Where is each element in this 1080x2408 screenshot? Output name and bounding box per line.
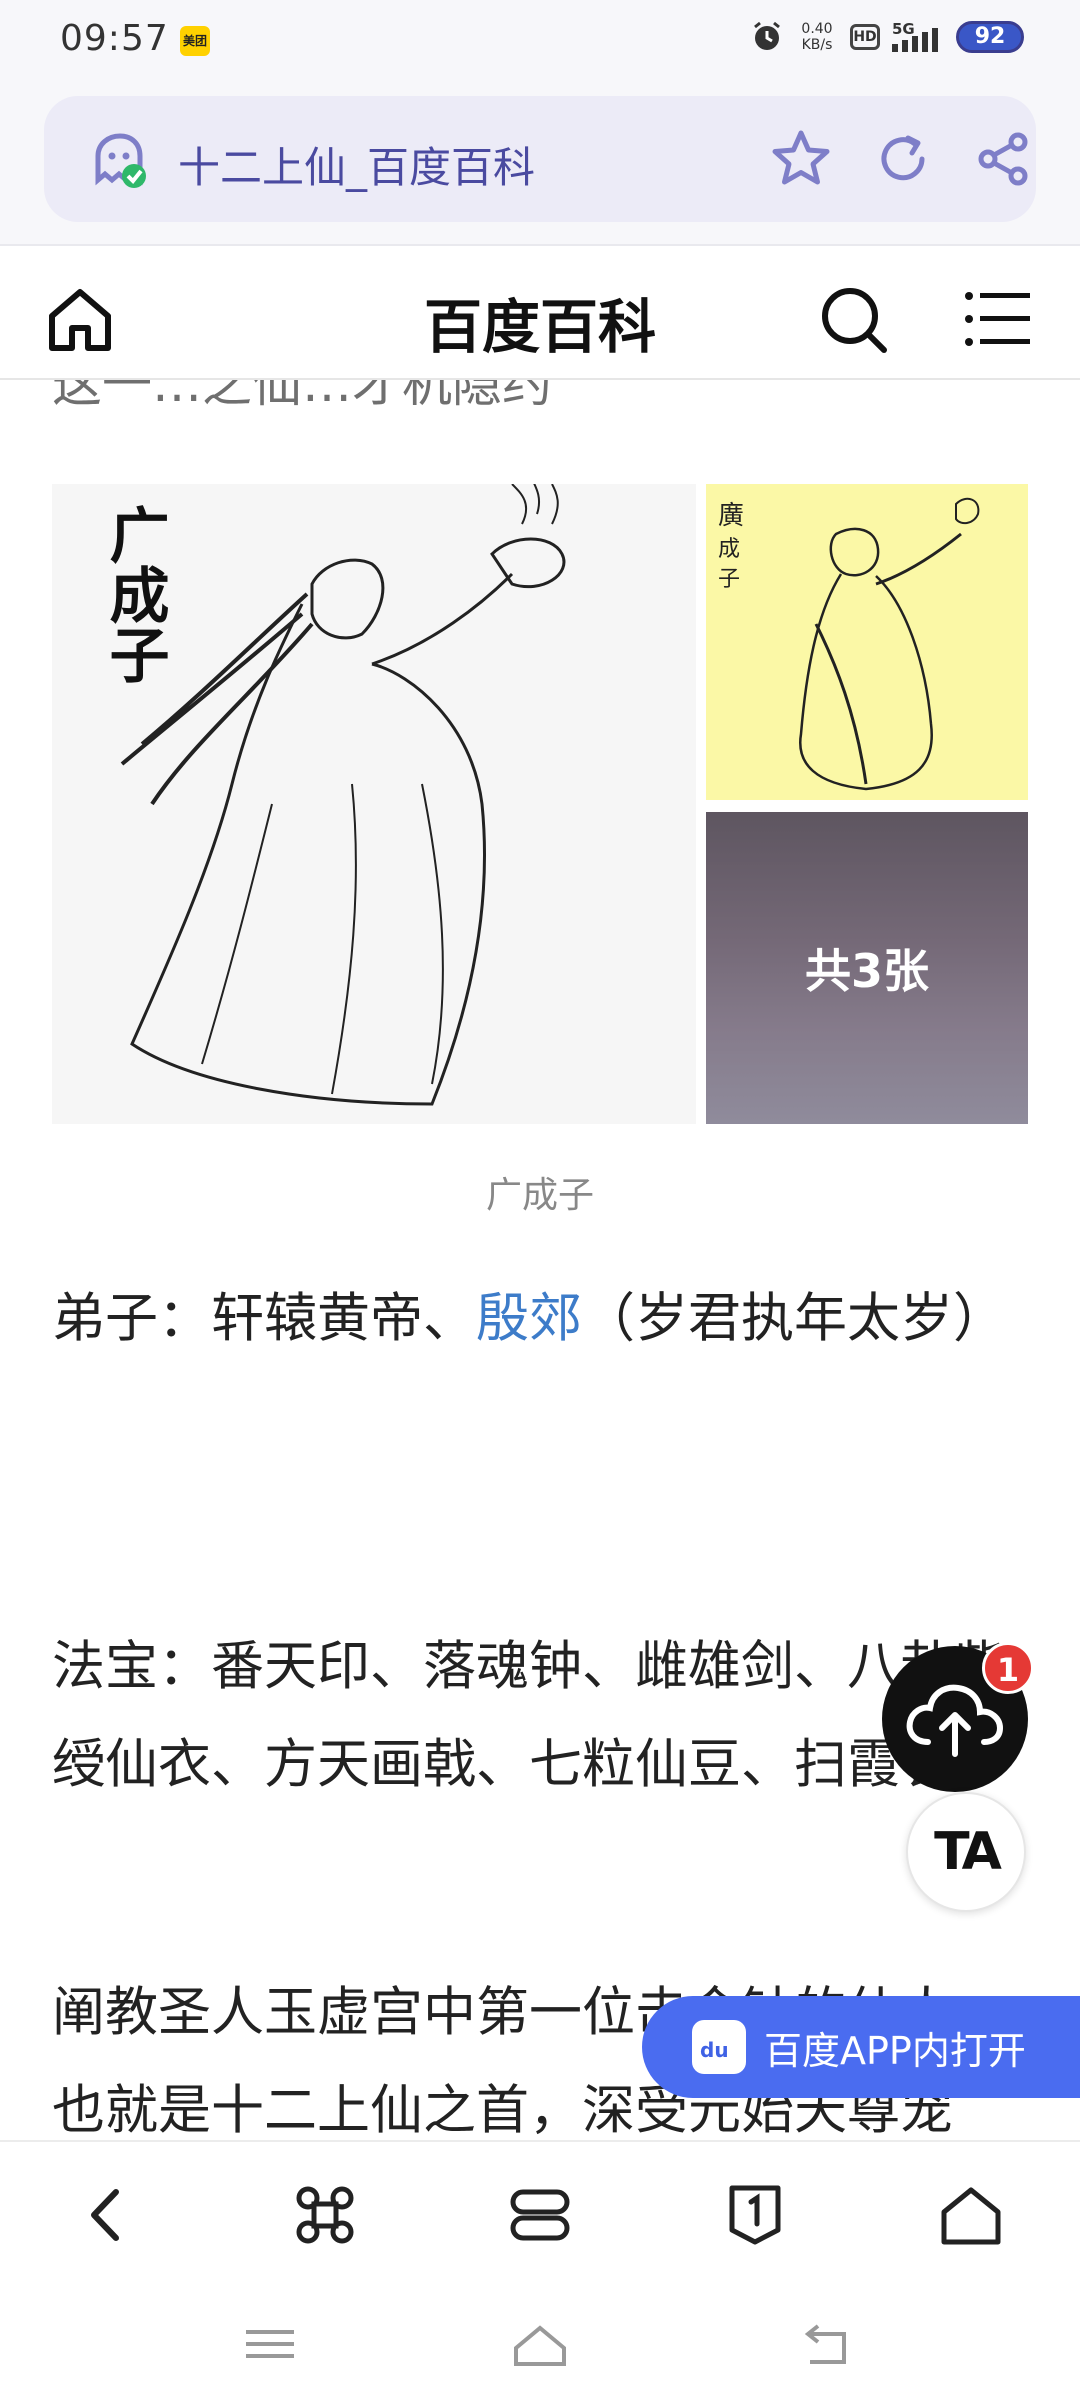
search-icon[interactable] bbox=[818, 284, 890, 356]
thumbnail-image-1[interactable]: 廣 成 子 bbox=[706, 484, 1028, 800]
image-count-overlay[interactable]: 共3张 bbox=[706, 812, 1028, 1124]
menu-cards-icon[interactable] bbox=[505, 2180, 575, 2250]
thumbnail-image-2[interactable]: 共3张 bbox=[706, 812, 1028, 1124]
net-speed-unit: KB/s bbox=[801, 37, 833, 53]
star-icon[interactable] bbox=[770, 128, 832, 190]
main-image[interactable]: 广成子 bbox=[52, 484, 696, 1124]
thumbnail-mark: 廣 bbox=[718, 501, 744, 531]
system-navigation-bar bbox=[0, 2280, 1080, 2408]
thumbnail-mark: 成 bbox=[718, 537, 740, 562]
url-bar[interactable]: 十二上仙_百度百科 bbox=[44, 96, 1036, 222]
recent-apps-icon[interactable] bbox=[242, 2320, 298, 2368]
baidu-paw-icon: du bbox=[692, 2020, 746, 2074]
battery-indicator: 92 bbox=[956, 21, 1024, 53]
thumbnail-mark: 子 bbox=[718, 567, 740, 592]
site-header: 百度百科 bbox=[0, 244, 1080, 380]
image-caption: 广成子 bbox=[485, 1175, 594, 1216]
cloud-upload-button[interactable]: 1 bbox=[882, 1642, 1034, 1792]
home-icon[interactable] bbox=[936, 2180, 1006, 2250]
refresh-icon[interactable] bbox=[874, 130, 932, 188]
system-back-icon[interactable] bbox=[796, 2320, 852, 2368]
link-yinjiao[interactable]: 殷郊 bbox=[476, 1288, 582, 1349]
open-in-app-button[interactable]: du 百度APP内打开 bbox=[642, 1996, 1080, 2098]
command-icon[interactable] bbox=[290, 2180, 360, 2250]
image-label: 广成子 bbox=[99, 504, 169, 684]
status-time: 09:57 bbox=[60, 18, 169, 59]
net-speed: 0.40 KB/s bbox=[794, 21, 840, 53]
meituan-app-icon: 美团 bbox=[180, 26, 210, 56]
hd-icon: HD bbox=[850, 24, 880, 50]
thumbnail-sketch: 廣 成 子 bbox=[718, 497, 980, 791]
browser-toolbar bbox=[0, 2140, 1080, 2280]
back-icon[interactable] bbox=[72, 2180, 142, 2250]
net-speed-value: 0.40 bbox=[801, 21, 833, 37]
alarm-icon bbox=[754, 21, 780, 50]
system-home-icon[interactable] bbox=[512, 2320, 568, 2368]
secure-site-icon bbox=[95, 133, 146, 188]
paragraph-disciples: 弟子：轩辕黄帝、殷郊（岁君执年太岁） bbox=[52, 1270, 1032, 1368]
partial-text-line: 这一…之仙…才机隐约 bbox=[52, 380, 552, 413]
signal-icon: 5G bbox=[892, 20, 938, 52]
paragraph-text: （岁君执年太岁） bbox=[582, 1288, 1006, 1349]
paragraph-text: 弟子：轩辕黄帝、 bbox=[52, 1288, 476, 1349]
windows-icon[interactable] bbox=[720, 2180, 790, 2250]
ta-button[interactable]: TA bbox=[906, 1792, 1026, 1912]
open-in-app-label: 百度APP内打开 bbox=[764, 2028, 1026, 2073]
signal-label: 5G bbox=[892, 20, 915, 38]
menu-icon[interactable] bbox=[964, 288, 1030, 350]
status-bar: 09:57 美团 0.40 KB/s HD 5G 92 bbox=[0, 0, 1080, 84]
status-indicators: 0.40 KB/s HD 5G 92 bbox=[750, 20, 1024, 54]
site-title: 百度百科 bbox=[423, 293, 656, 361]
share-icon[interactable] bbox=[974, 130, 1032, 188]
browser-address-area: 十二上仙_百度百科 bbox=[0, 84, 1080, 244]
notification-badge: 1 bbox=[982, 1642, 1034, 1694]
baidu-icon-text: du bbox=[700, 2038, 729, 2062]
url-title[interactable]: 十二上仙_百度百科 bbox=[178, 134, 535, 195]
